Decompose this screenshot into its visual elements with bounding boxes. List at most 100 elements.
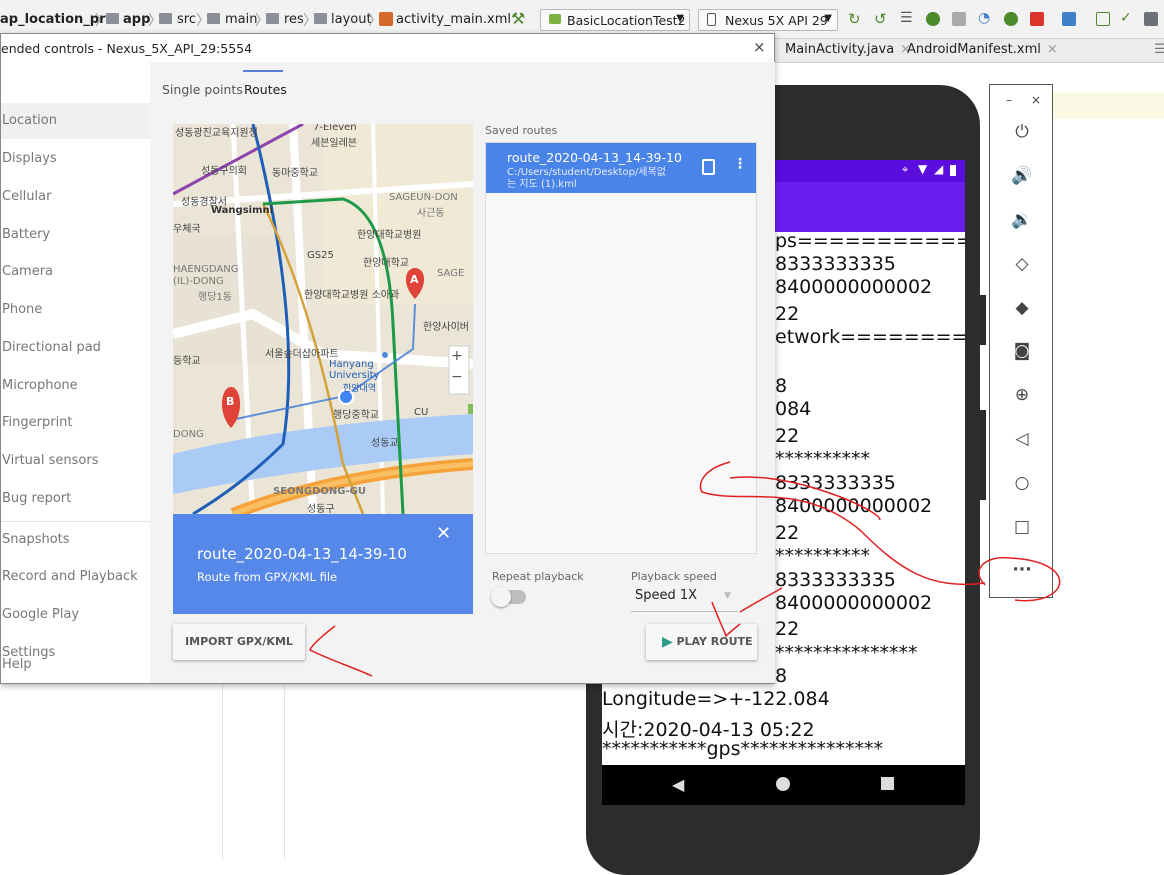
breadcrumb-layout[interactable]: layout [331,12,372,27]
breadcrumb-main[interactable]: main [225,12,257,27]
map-label: Wangsimni [211,205,274,216]
minimize-icon[interactable]: – [998,89,1020,111]
camera-icon[interactable]: ◙ [1011,340,1033,362]
sdk-manager-icon[interactable] [1096,12,1110,26]
breadcrumb-app[interactable]: app [123,12,150,27]
repeat-playback-label: Repeat playback [492,570,584,583]
nav-directional-pad[interactable]: Directional pad [2,340,101,355]
nav-battery[interactable]: Battery [2,227,50,242]
run-config-dropdown[interactable]: BasicLocationTest2 ▼ [540,9,690,31]
nav-camera[interactable]: Camera [2,264,53,279]
device-icon [707,13,716,26]
nav-google-play[interactable]: Google Play [2,607,79,622]
debug-attach-icon[interactable] [1004,12,1018,26]
marker-a-label[interactable]: A [410,273,419,286]
map-label: 한양대학교병원 [357,230,422,241]
home-icon[interactable]: ○ [1011,472,1033,494]
close-icon[interactable]: ✕ [436,523,451,544]
folder-icon [266,13,279,24]
map-label: (IL)-DONG [173,276,224,287]
sync-icon[interactable]: ✓ [1120,10,1134,26]
tab-routes[interactable]: Routes [244,82,287,97]
repeat-playback-toggle[interactable] [491,587,526,607]
close-icon[interactable]: × [1047,42,1058,57]
breadcrumb-src[interactable]: src [177,12,196,27]
zoom-out-button[interactable]: − [451,369,463,385]
overview-icon[interactable] [881,777,894,790]
apply-code-changes-icon[interactable]: ↺ [874,10,888,28]
map-label: 한양대학교병원 소아과 [304,290,400,301]
marker-b-label[interactable]: B [226,395,234,408]
nav-phone[interactable]: Phone [2,302,42,317]
zoom-in-button[interactable]: + [451,348,463,364]
tab-manifest[interactable]: AndroidManifest.xml × [907,42,1058,57]
volume-up-icon[interactable]: 🔊 [1011,165,1033,187]
file-icon[interactable] [702,159,715,175]
apply-changes-icon[interactable]: ↻ [848,10,862,28]
hammer-icon[interactable]: ⚒ [511,9,525,28]
editor-tabs: MainActivity.java × AndroidManifest.xml × … [775,39,1164,63]
map-label: 한양사이버 [423,322,469,333]
divider [284,683,285,860]
tab-main-activity[interactable]: MainActivity.java × [785,42,911,57]
nav-help[interactable]: Help [2,657,32,672]
nav-virtual-sensors[interactable]: Virtual sensors [2,453,98,468]
close-icon[interactable]: × [753,38,766,56]
nav-snapshots[interactable]: Snapshots [2,532,70,547]
folder-icon [207,13,220,24]
route-map[interactable]: 성동광진교육지원청 7-Eleven 세븐일레븐 성동구의회 동마중학교 성동경… [173,124,473,514]
nav-displays[interactable]: Displays [2,151,57,166]
structure-icon[interactable] [1144,12,1158,26]
more-options-icon[interactable]: ⋮ [733,156,747,172]
avd-manager-icon[interactable] [1062,12,1076,26]
navigation-bar: ◀ [602,765,965,805]
stop-icon[interactable] [1030,12,1044,26]
map-label: SAGEUN-DON [389,192,458,203]
device-dropdown[interactable]: Nexus 5X API 29 ▼ [698,9,838,31]
home-icon[interactable] [776,777,790,791]
volume-down-icon[interactable]: 🔉 [1011,209,1033,231]
debug-icon[interactable] [926,12,940,26]
rotate-left-icon[interactable]: ◇ [1011,253,1033,275]
map-label: 사근동 [417,208,445,219]
map-label: 세븐일레븐 [311,138,357,149]
nav-fingerprint[interactable]: Fingerprint [2,415,73,430]
import-gpx-button[interactable]: IMPORT GPX/KML [173,624,305,660]
nav-location[interactable]: Location [2,113,57,128]
close-icon[interactable]: × [1025,89,1047,111]
power-icon[interactable]: ⏻ [1011,121,1033,143]
playback-speed-select[interactable]: Speed 1X ▼ [631,588,738,612]
back-icon[interactable]: ◁ [1011,428,1033,450]
profiler-icon[interactable]: ◔ [978,10,992,26]
toggle-knob [491,587,511,607]
saved-routes-label: Saved routes [485,124,558,137]
tab-overflow-icon[interactable]: ☰ [1154,42,1164,57]
tab-label: MainActivity.java [785,42,895,57]
rotate-right-icon[interactable]: ◆ [1011,297,1033,319]
map-label: SEONGDONG-GU [273,486,366,497]
logcat-icon[interactable]: ☰ [900,10,914,26]
attach-icon[interactable] [952,12,966,26]
breadcrumb-res[interactable]: res [284,12,304,27]
route-card: route_2020-04-13_14-39-10 Route from GPX… [173,514,473,614]
zoom-icon[interactable]: ⊕ [1011,384,1033,406]
saved-route-item[interactable]: route_2020-04-13_14-39-10 C:/Users/stude… [486,143,756,193]
emulator-toolbar: – × ⏻ 🔊 🔉 ◇ ◆ ◙ ⊕ ◁ ○ □ ··· [989,84,1053,598]
nav-bug-report[interactable]: Bug report [2,491,71,506]
playback-speed-value: Speed 1X [635,588,698,603]
map-label: 동마중학교 [272,168,318,179]
overview-icon[interactable]: □ [1011,516,1033,538]
nav-record-playback[interactable]: Record and Playback [2,569,138,584]
play-route-button[interactable]: ▶ PLAY ROUTE [646,624,757,660]
folder-icon [314,13,327,24]
nav-cellular[interactable]: Cellular [2,189,51,204]
map-label: 성동광진교육지원청 [175,128,258,139]
back-icon[interactable]: ◀ [672,775,684,794]
tab-single-points[interactable]: Single points [162,82,243,97]
more-icon[interactable]: ··· [1011,559,1033,581]
breadcrumb-file[interactable]: activity_main.xml [396,12,511,27]
run-config-label: BasicLocationTest2 [567,13,686,28]
map-label: 행당중학교 [333,410,379,421]
nav-microphone[interactable]: Microphone [2,378,78,393]
active-tab-indicator [243,70,283,72]
